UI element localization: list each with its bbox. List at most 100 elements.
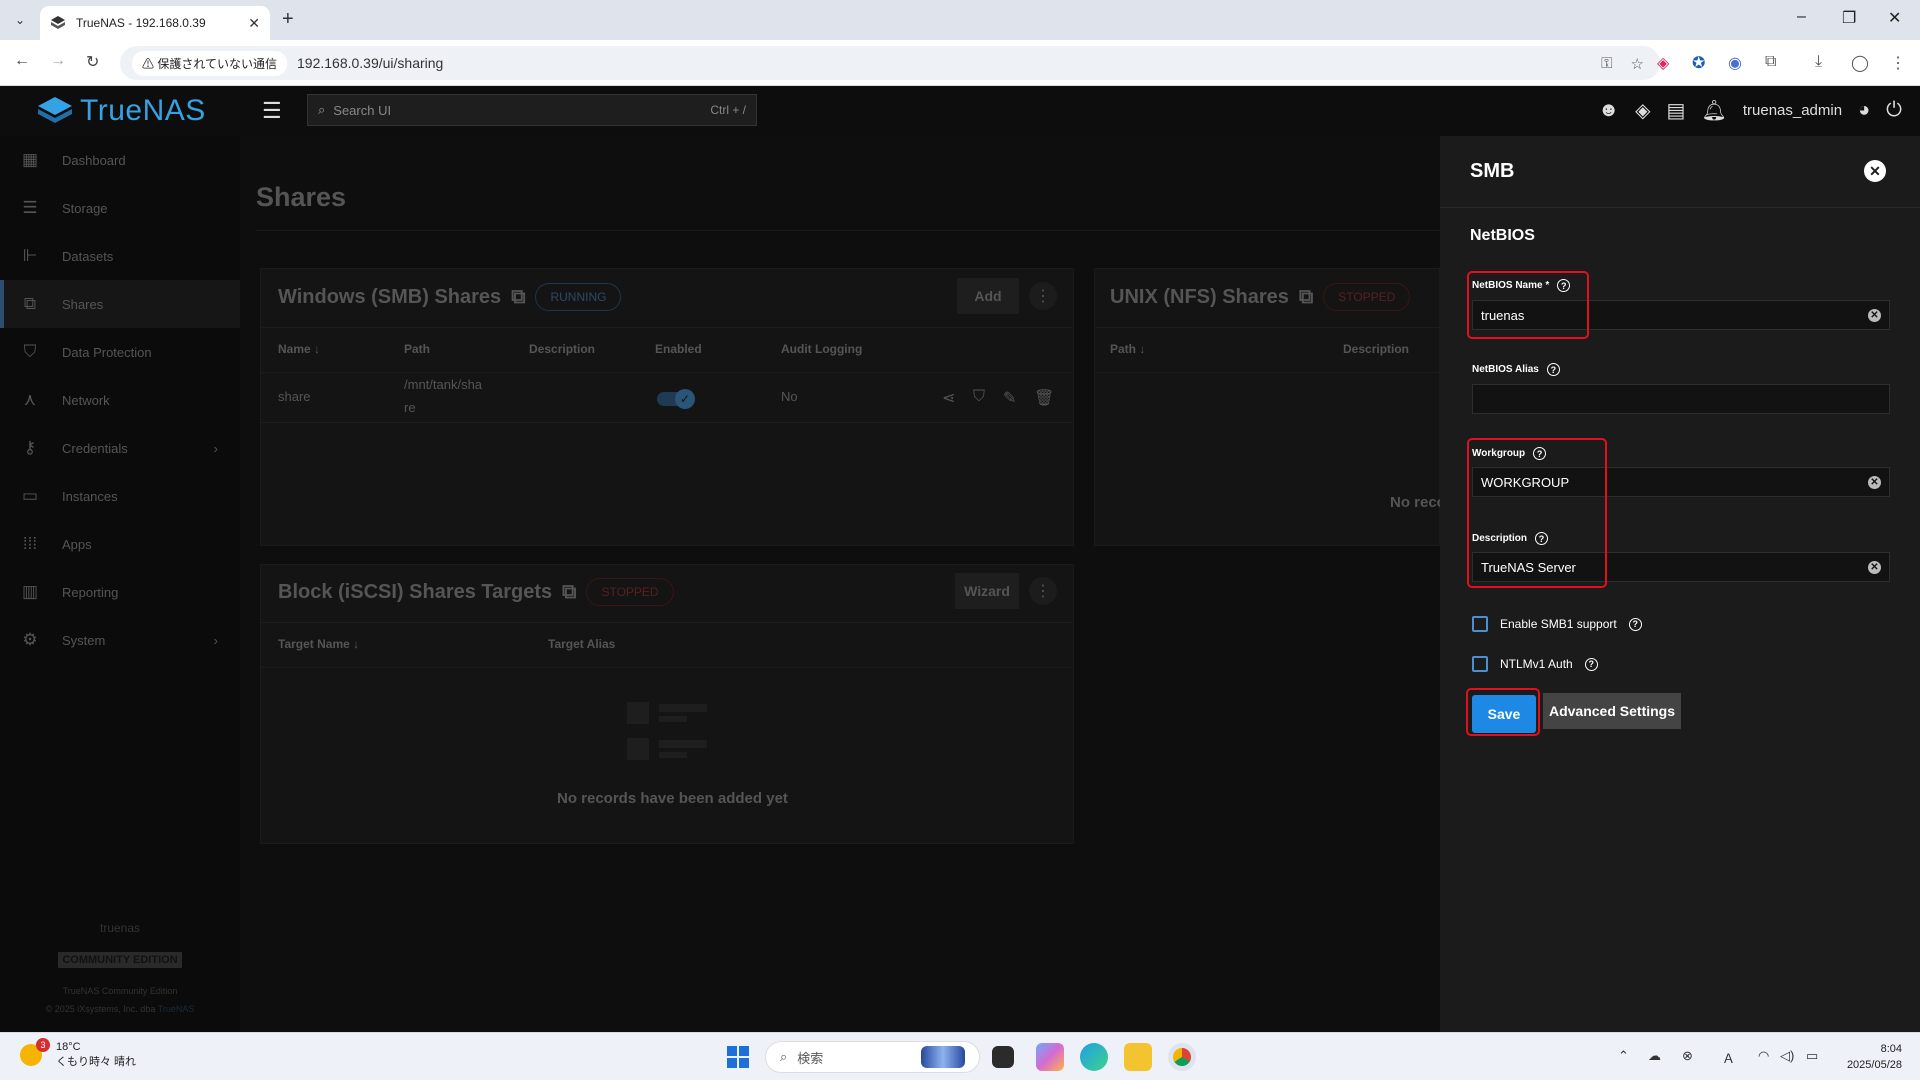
clock[interactable]: 8:04 2025/05/28: [1847, 1041, 1902, 1073]
iscsi-more-icon[interactable]: ⋮: [1029, 577, 1057, 605]
add-share-button[interactable]: Add: [957, 278, 1019, 314]
open-external-icon[interactable]: ⧉: [511, 286, 525, 309]
copilot-icon[interactable]: [1036, 1043, 1064, 1071]
pocket-extension-icon[interactable]: ◈: [1657, 53, 1669, 73]
advanced-settings-button[interactable]: Advanced Settings: [1543, 693, 1681, 729]
restore-icon[interactable]: ❐: [1842, 8, 1856, 28]
address-bar-row: ← → ↻ ⚠ 保護されていない通信 192.168.0.39/ui/shari…: [0, 40, 1920, 86]
start-windows-icon[interactable]: [727, 1046, 749, 1068]
smb-more-icon[interactable]: ⋮: [1029, 282, 1057, 310]
truecommand-icon[interactable]: ◈: [1635, 98, 1650, 123]
status-badge: STOPPED: [1323, 283, 1411, 311]
sidebar-item-data-protection[interactable]: ⛉ Data Protection: [0, 328, 240, 376]
weather-widget[interactable]: 3 18°C くもり時々 晴れ: [20, 1038, 136, 1069]
column-header[interactable]: Audit Logging: [781, 342, 862, 356]
extensions-puzzle-icon[interactable]: ⧉: [1765, 53, 1776, 71]
smb1-checkbox[interactable]: [1472, 616, 1488, 632]
power-icon[interactable]: ⏻: [1886, 99, 1902, 122]
password-key-icon[interactable]: ⚿: [1601, 55, 1612, 73]
delete-trash-icon[interactable]: 🗑︎: [1034, 388, 1054, 408]
extension-icon[interactable]: ✪: [1692, 53, 1705, 73]
column-header[interactable]: Target Alias: [548, 637, 615, 651]
sidebar-item-system[interactable]: ⚙ System ›: [0, 616, 240, 664]
feedback-icon[interactable]: ☻: [1598, 99, 1619, 122]
profile-icon[interactable]: ◯: [1851, 53, 1869, 73]
column-header[interactable]: Path ↓: [1110, 342, 1145, 356]
sidebar-item-instances[interactable]: ▭ Instances: [0, 472, 240, 520]
clear-icon[interactable]: ✕: [1868, 309, 1881, 322]
account-icon[interactable]: ◕: [1858, 99, 1870, 122]
browser-tab[interactable]: TrueNAS - 192.168.0.39 ✕: [40, 6, 270, 40]
open-external-icon[interactable]: ⧉: [562, 581, 576, 604]
column-header[interactable]: Name ↓: [278, 342, 320, 356]
back-icon[interactable]: ←: [14, 52, 30, 70]
search-icon: ⌕: [318, 102, 326, 117]
enabled-toggle[interactable]: ✓: [657, 389, 695, 409]
chrome-icon[interactable]: [1168, 1043, 1196, 1071]
clear-icon[interactable]: ✕: [1868, 561, 1881, 574]
hamburger-menu-icon[interactable]: ☰: [262, 98, 282, 124]
notifications-bell-icon[interactable]: 🔔︎: [1701, 98, 1726, 123]
bookmark-star-icon[interactable]: ☆: [1631, 55, 1644, 73]
tab-list-button[interactable]: ⌄: [8, 8, 32, 32]
omnibox[interactable]: ⚠ 保護されていない通信 192.168.0.39/ui/sharing ⚿ ☆: [120, 46, 1660, 80]
browser-menu-icon[interactable]: ⋮: [1890, 53, 1906, 73]
sidebar-item-datasets[interactable]: ⊩ Datasets: [0, 232, 240, 280]
help-icon[interactable]: ?: [1628, 617, 1642, 631]
sidebar-item-dashboard[interactable]: ▦ Dashboard: [0, 136, 240, 184]
tray-overflow-icon[interactable]: ⌃: [1618, 1048, 1629, 1064]
ime-icon[interactable]: Ａ: [1722, 1048, 1735, 1067]
window-close-icon[interactable]: ✕: [1888, 8, 1901, 28]
sidebar-item-apps[interactable]: ⁞⁞⁞ Apps: [0, 520, 240, 568]
download-icon[interactable]: ⤓: [1815, 53, 1822, 71]
column-header[interactable]: Target Name ↓: [278, 637, 359, 651]
share-icon[interactable]: ⋖: [942, 388, 955, 408]
edit-pencil-icon[interactable]: ✎: [1003, 388, 1016, 408]
close-icon[interactable]: ✕: [1864, 160, 1886, 182]
clear-icon[interactable]: ✕: [1868, 476, 1881, 489]
sidebar-item-credentials[interactable]: ⚷ Credentials ›: [0, 424, 240, 472]
minimize-icon[interactable]: –: [1797, 8, 1806, 26]
iscsi-card-title: Block (iSCSI) Shares Targets ⧉ STOPPED: [278, 578, 674, 606]
volume-icon[interactable]: ◁): [1780, 1048, 1794, 1064]
username[interactable]: truenas_admin: [1743, 102, 1842, 119]
ntlmv1-auth-row[interactable]: NTLMv1 Auth ?: [1472, 656, 1598, 672]
app-tray-icon[interactable]: ⊗: [1682, 1048, 1693, 1064]
file-explorer-icon[interactable]: [1124, 1043, 1152, 1071]
lens-extension-icon[interactable]: ◉: [1728, 53, 1742, 73]
column-header[interactable]: Description: [1343, 342, 1409, 356]
ntlmv1-checkbox[interactable]: [1472, 656, 1488, 672]
task-view-icon[interactable]: [992, 1046, 1014, 1068]
taskbar-search[interactable]: ⌕ 検索: [765, 1041, 980, 1073]
sidebar-item-reporting[interactable]: ▥ Reporting: [0, 568, 240, 616]
jobs-clipboard-icon[interactable]: ▤: [1667, 98, 1686, 123]
column-header[interactable]: Enabled: [655, 342, 702, 356]
reload-icon[interactable]: ↻: [86, 52, 99, 72]
network-icon: ⋏: [23, 390, 37, 409]
new-tab-button[interactable]: +: [282, 8, 294, 31]
footer-link[interactable]: TrueNAS: [158, 1004, 195, 1014]
battery-icon[interactable]: ▭: [1806, 1048, 1818, 1064]
wizard-button[interactable]: Wizard: [955, 573, 1019, 609]
wifi-icon[interactable]: ◠: [1758, 1048, 1769, 1064]
search-input[interactable]: ⌕ Search UI Ctrl + /: [307, 94, 757, 126]
sidebar-item-network[interactable]: ⋏ Network: [0, 376, 240, 424]
forward-icon[interactable]: →: [50, 52, 66, 70]
security-warning[interactable]: ⚠ 保護されていない通信: [132, 50, 287, 76]
netbios-alias-field[interactable]: [1472, 384, 1890, 414]
truenas-logo[interactable]: TrueNAS: [38, 94, 206, 128]
check-icon: ✓: [675, 389, 695, 409]
security-shield-icon[interactable]: ⛉: [973, 388, 985, 406]
smb1-support-row[interactable]: Enable SMB1 support ?: [1472, 616, 1642, 632]
sidebar-item-shares[interactable]: ⧉ Shares: [0, 280, 240, 328]
help-icon[interactable]: ?: [1584, 657, 1598, 671]
edge-browser-icon[interactable]: [1080, 1043, 1108, 1071]
sidebar-item-storage[interactable]: ☰ Storage: [0, 184, 240, 232]
tab-close-icon[interactable]: ✕: [248, 15, 260, 32]
help-icon[interactable]: ?: [1546, 363, 1560, 376]
column-header[interactable]: Path: [404, 342, 430, 356]
sidebar-item-label: Dashboard: [62, 152, 126, 168]
open-external-icon[interactable]: ⧉: [1299, 286, 1313, 309]
onedrive-cloud-icon[interactable]: ☁: [1648, 1048, 1661, 1064]
column-header[interactable]: Description: [529, 342, 595, 356]
